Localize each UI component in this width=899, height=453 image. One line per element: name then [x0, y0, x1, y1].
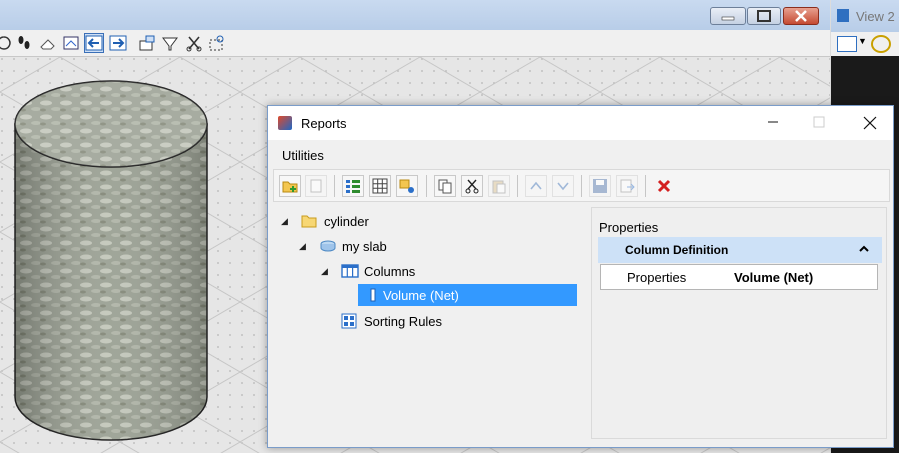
tree-item-label: cylinder [324, 213, 369, 229]
toolbar-separator [517, 175, 518, 197]
display-style-icon[interactable] [871, 35, 891, 53]
minimize-icon [721, 16, 735, 21]
tool-icon[interactable] [0, 33, 14, 53]
property-name: Properties [627, 270, 687, 285]
dialog-titlebar: Reports [268, 106, 893, 140]
export-button[interactable] [616, 175, 638, 197]
property-row[interactable]: Properties Volume (Net) [600, 264, 878, 290]
tree-item-cylinder[interactable]: ◢ cylinder [281, 210, 369, 232]
window-area-icon[interactable] [137, 33, 157, 53]
menu-utilities[interactable]: Utilities [282, 148, 324, 163]
add-column-button[interactable] [342, 175, 364, 197]
maximize-icon [757, 10, 771, 22]
dialog-close-button[interactable] [863, 116, 877, 130]
dialog-title: Reports [301, 116, 347, 131]
paste-icon [492, 180, 506, 194]
properties-panel: Properties Column Definition Properties … [591, 207, 887, 439]
main-window-titlebar [0, 0, 830, 31]
column-item-icon [370, 288, 376, 302]
maximize-icon [813, 116, 825, 128]
delete-icon [657, 179, 671, 193]
toolbar-separator [645, 175, 646, 197]
property-value: Volume (Net) [734, 270, 814, 285]
paste-button[interactable] [488, 175, 510, 197]
column-definition-section[interactable]: Column Definition [598, 237, 882, 263]
toolbar-separator [334, 175, 335, 197]
tree-item-my-slab[interactable]: ◢ my slab [299, 235, 387, 257]
save-icon [593, 179, 607, 193]
move-up-button[interactable] [525, 175, 547, 197]
maximize-button[interactable] [747, 7, 781, 25]
columns-list-icon [346, 180, 360, 193]
tree-item-label: Sorting Rules [364, 313, 443, 329]
dialog-minimize-button[interactable] [766, 113, 780, 131]
chevron-up-icon [530, 181, 542, 190]
sort-rules-button[interactable] [396, 175, 418, 197]
new-folder-button[interactable] [279, 175, 301, 197]
view-2-titlebar: View 2 - [831, 0, 899, 32]
copy-button[interactable] [434, 175, 456, 197]
tree-item-volume-net[interactable]: Volume (Net) [358, 284, 577, 306]
chevron-down-icon[interactable]: ▼ [858, 36, 867, 46]
close-button[interactable] [783, 7, 819, 25]
view-attributes-icon[interactable] [61, 33, 81, 53]
toolbar-separator [581, 175, 582, 197]
new-folder-icon [282, 181, 298, 193]
sorting-rules-icon [341, 313, 357, 329]
cut-button[interactable] [461, 175, 483, 197]
properties-heading: Properties [599, 220, 659, 235]
minimize-button[interactable] [710, 7, 746, 25]
clip-mask-icon[interactable] [184, 33, 204, 53]
minimize-icon [768, 121, 778, 123]
folder-icon [301, 215, 317, 228]
columns-icon [341, 264, 359, 278]
clear-clip-icon[interactable] [207, 33, 227, 53]
table-grid-icon [372, 178, 388, 194]
delete-button[interactable] [653, 175, 675, 197]
tree-item-sorting-rules[interactable]: Sorting Rules [341, 310, 442, 332]
sort-rules-icon [399, 179, 414, 193]
cylinder-model[interactable] [14, 80, 208, 441]
cut-icon [465, 179, 479, 194]
footprint-icon[interactable] [14, 33, 34, 53]
expanded-icon[interactable]: ◢ [281, 216, 295, 227]
tree-item-label: Columns [364, 263, 416, 279]
clip-volume-icon[interactable] [160, 33, 180, 53]
dialog-menubar: Utilities [268, 140, 893, 168]
tree-item-label: Volume (Net) [383, 287, 459, 303]
save-button[interactable] [589, 175, 611, 197]
main-toolbar [0, 30, 830, 57]
chevron-down-icon [557, 182, 569, 191]
view-2-title: View 2 - [856, 9, 899, 24]
view-attributes-icon[interactable] [837, 36, 857, 52]
report-tree: ◢ cylinder ◢ my slab ◢ Columns Volume (N… [273, 207, 585, 439]
export-icon [620, 179, 635, 193]
close-icon [795, 10, 807, 22]
section-title: Column Definition [625, 243, 729, 257]
table-button[interactable] [369, 175, 391, 197]
view-icon [837, 9, 849, 22]
tree-item-label: my slab [342, 238, 387, 254]
reports-dialog: Reports Utilities ◢ cylinder ◢ my slab ◢… [267, 105, 894, 448]
close-icon [863, 116, 877, 130]
move-down-button[interactable] [552, 175, 574, 197]
collapse-icon[interactable] [858, 243, 870, 258]
new-report-icon [310, 179, 322, 193]
expanded-icon[interactable]: ◢ [299, 241, 313, 252]
reports-app-icon [278, 116, 292, 130]
dialog-toolbar [273, 169, 890, 202]
copy-icon [438, 179, 452, 194]
toolbar-separator [426, 175, 427, 197]
eraser-icon[interactable] [38, 33, 58, 53]
previous-view-icon[interactable] [84, 33, 104, 53]
dialog-maximize-button[interactable] [813, 116, 825, 128]
new-report-button[interactable] [305, 175, 327, 197]
expanded-icon[interactable]: ◢ [321, 266, 335, 277]
tree-item-columns[interactable]: ◢ Columns [321, 260, 415, 282]
view-2-toolbar: ▼ [831, 32, 899, 56]
report-icon [320, 240, 336, 252]
next-view-icon[interactable] [108, 33, 128, 53]
